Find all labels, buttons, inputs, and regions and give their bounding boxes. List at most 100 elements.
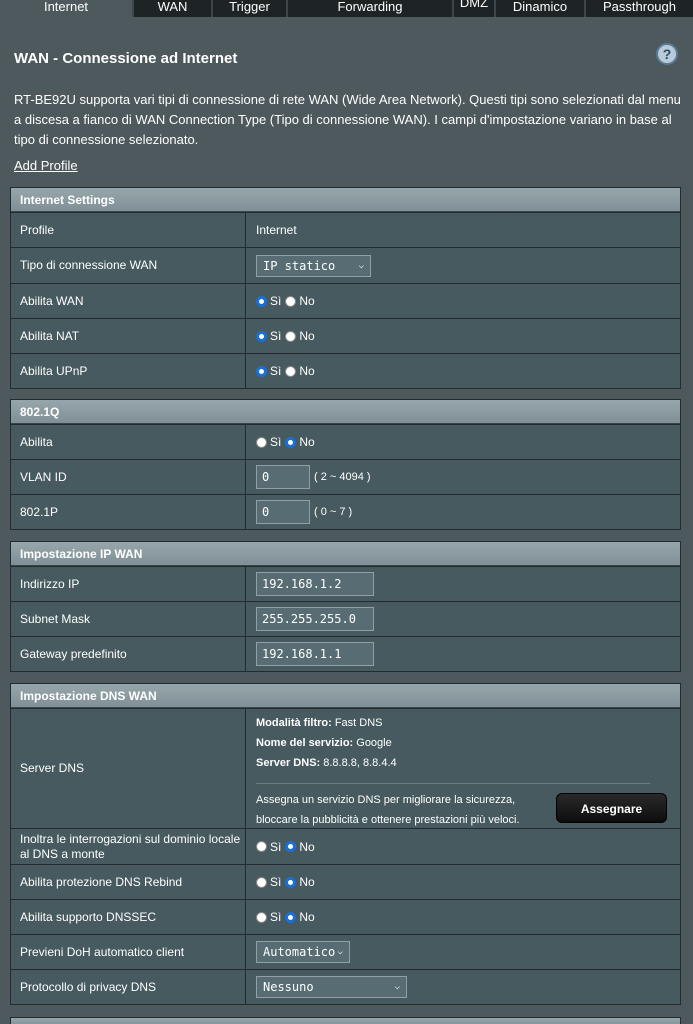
wan-ip-table: Impostazione IP WAN Indirizzo IP 192.168…: [10, 541, 681, 672]
tab-wan[interactable]: WAN: [134, 0, 211, 17]
tab-trigger[interactable]: Trigger: [213, 0, 286, 17]
doh-cell: Automatico ⌵: [246, 935, 680, 969]
enable-nat-no[interactable]: No: [285, 329, 315, 343]
radio-label: Sì: [270, 294, 282, 308]
section-header: Impostazione DNS WAN: [11, 684, 680, 708]
help-icon[interactable]: ?: [656, 43, 678, 65]
radio-icon: [256, 911, 267, 923]
enable-nat-label: Abilita NAT: [11, 319, 246, 353]
table-row: 802.1P 0 ( 0 ~ 7 ): [11, 494, 680, 529]
table-row: Subnet Mask 255.255.255.0: [11, 601, 680, 636]
ip-address-input[interactable]: 192.168.1.2: [256, 572, 374, 596]
dns-servers: Server DNS: 8.8.8.8, 8.8.4.4: [256, 753, 670, 773]
privacy-cell: Nessuno ⌵: [246, 970, 680, 1004]
wan-type-label: Tipo di connessione WAN: [11, 248, 246, 283]
dns-forward-no[interactable]: No: [285, 839, 315, 854]
radio-label: Sì: [270, 435, 282, 449]
radio-label: No: [299, 910, 315, 924]
dns-service-key: Nome del servizio:: [256, 737, 354, 749]
dns-servers-value: 8.8.8.8, 8.8.4.4: [320, 757, 397, 769]
enable-wan-yes[interactable]: Sì: [256, 294, 281, 308]
dns-server-cell: Modalità filtro: Fast DNS Nome del servi…: [246, 709, 680, 828]
dot1p-input[interactable]: 0: [256, 500, 310, 524]
dns-service-value: Google: [353, 737, 392, 749]
radio-label: Sì: [270, 839, 282, 854]
radio-label: No: [299, 329, 315, 343]
enable-upnp-no[interactable]: No: [285, 364, 315, 378]
enable-upnp-radios: Sì No: [246, 354, 680, 388]
dns-forward-label: Inoltra le interrogazioni sul dominio lo…: [11, 829, 246, 864]
tab-dinamico[interactable]: Dinamico: [496, 0, 584, 17]
privacy-value: Nessuno: [263, 980, 314, 994]
profile-label: Profile: [11, 213, 246, 247]
radio-icon: [256, 365, 267, 377]
wan-type-cell: IP statico ⌵: [246, 248, 680, 283]
vlan-id-hint: ( 2 ~ 4094 ): [314, 471, 371, 483]
table-row: VLAN ID 0 ( 2 ~ 4094 ): [11, 459, 680, 494]
radio-label: No: [299, 839, 315, 854]
assign-button[interactable]: Assegnare: [556, 793, 667, 823]
intro-text: RT-BE92U supporta vari tipi di connessio…: [14, 92, 681, 147]
dns-rebind-no[interactable]: No: [285, 875, 315, 889]
dns-filter-value: Fast DNS: [331, 717, 383, 729]
privacy-label: Protocollo di privacy DNS: [11, 970, 246, 1004]
section-header: Internet Settings: [11, 188, 680, 212]
dns-servers-key: Server DNS:: [256, 757, 321, 769]
chevron-down-icon: ⌵: [358, 260, 364, 271]
enable-wan-no[interactable]: No: [285, 294, 315, 308]
table-row: Previeni DoH automatico client Automatic…: [11, 934, 680, 969]
enable-wan-radios: Sì No: [246, 284, 680, 318]
dot1q-enable-radios: Sì No: [246, 425, 680, 459]
dot1q-enable-yes[interactable]: Sì: [256, 435, 281, 449]
enable-nat-yes[interactable]: Sì: [256, 329, 281, 343]
gateway-label: Gateway predefinito: [11, 637, 246, 671]
radio-label: No: [299, 875, 315, 889]
dot1p-cell: 0 ( 0 ~ 7 ): [246, 495, 680, 529]
table-row: Server DNS Modalità filtro: Fast DNS Nom…: [11, 708, 680, 828]
table-row: Inoltra le interrogazioni sul dominio lo…: [11, 828, 680, 864]
tab-bar: Internet WAN Trigger Forwarding DMZ Dina…: [0, 0, 693, 17]
radio-icon: [256, 436, 267, 448]
vlan-id-cell: 0 ( 2 ~ 4094 ): [246, 460, 680, 494]
tab-passthrough[interactable]: Passthrough: [586, 0, 693, 17]
table-row: Gateway predefinito 192.168.1.1: [11, 636, 680, 671]
dns-forward-radios: Sì No: [246, 829, 680, 864]
dot1q-enable-label: Abilita: [11, 425, 246, 459]
vlan-id-label: VLAN ID: [11, 460, 246, 494]
dns-forward-yes[interactable]: Sì: [256, 840, 281, 854]
doh-select[interactable]: Automatico ⌵: [256, 941, 350, 963]
add-profile-link[interactable]: Add Profile: [14, 158, 78, 173]
dns-rebind-yes[interactable]: Sì: [256, 875, 281, 889]
next-section-header: [10, 1017, 681, 1024]
dnssec-radios: Sì No: [246, 900, 680, 934]
tab-forwarding[interactable]: Forwarding: [288, 0, 452, 17]
table-row: Abilita Sì No: [11, 424, 680, 459]
dns-description: Assegna un servizio DNS per migliorare l…: [256, 794, 520, 826]
dnssec-yes[interactable]: Sì: [256, 910, 281, 924]
tab-dmz[interactable]: DMZ: [454, 0, 494, 17]
privacy-select[interactable]: Nessuno ⌵: [256, 976, 407, 998]
dot1p-hint: ( 0 ~ 7 ): [314, 506, 353, 518]
wan-type-select[interactable]: IP statico ⌵: [256, 254, 371, 277]
tab-internet[interactable]: Internet: [0, 0, 132, 17]
chevron-down-icon: ⌵: [394, 982, 400, 992]
table-row: Abilita protezione DNS Rebind Sì No: [11, 864, 680, 899]
radio-label: No: [299, 435, 315, 449]
radio-label: No: [299, 364, 315, 378]
internet-settings-table: Internet Settings Profile Internet Tipo …: [10, 187, 681, 389]
subnet-mask-input[interactable]: 255.255.255.0: [256, 607, 374, 631]
radio-label: Sì: [270, 329, 282, 343]
vlan-id-input[interactable]: 0: [256, 465, 310, 489]
radio-icon: [285, 841, 297, 852]
radio-icon: [256, 330, 267, 342]
gateway-input[interactable]: 192.168.1.1: [256, 642, 374, 666]
radio-icon: [285, 330, 297, 342]
doh-label: Previeni DoH automatico client: [11, 935, 246, 969]
dnssec-no[interactable]: No: [285, 910, 315, 924]
enable-wan-label: Abilita WAN: [11, 284, 246, 318]
radio-label: Sì: [270, 910, 282, 924]
enable-upnp-yes[interactable]: Sì: [256, 364, 281, 378]
dns-filter-mode: Modalità filtro: Fast DNS: [256, 713, 670, 733]
dnssec-label: Abilita supporto DNSSEC: [11, 900, 246, 934]
dot1q-enable-no[interactable]: No: [285, 435, 315, 449]
